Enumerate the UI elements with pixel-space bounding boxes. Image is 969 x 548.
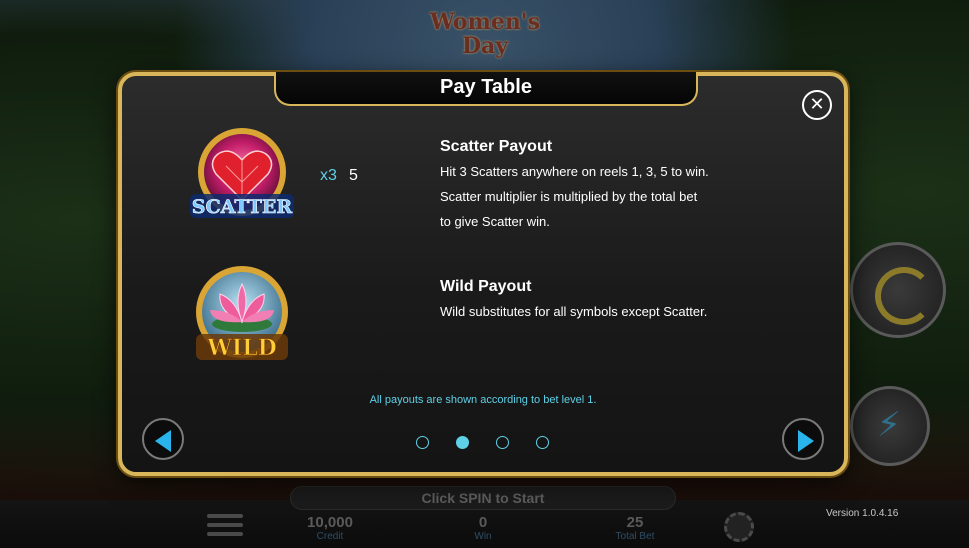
total-bet-display: 25 Total Bet (600, 515, 670, 543)
credit-value: 10,000 (307, 514, 353, 531)
wild-symbol: WILD (188, 262, 296, 370)
scatter-symbol-label: SCATTER (192, 196, 293, 218)
page-dot-2[interactable] (456, 436, 469, 449)
win-value: 0 (478, 514, 488, 531)
total-bet-value: 25 (626, 514, 644, 531)
scatter-symbol: SCATTER (188, 124, 296, 232)
status-message: Click SPIN to Start (290, 486, 676, 510)
page-dot-4[interactable] (536, 436, 549, 449)
version-label: Version 1.0.4.16 (826, 508, 899, 519)
win-label: Win (474, 531, 492, 542)
game-logo: Women's Day (430, 9, 540, 59)
close-button[interactable]: ✕ (802, 90, 832, 120)
scatter-multiplier-count: x3 (320, 167, 337, 184)
modal-title: Pay Table (274, 72, 698, 106)
spin-button[interactable] (850, 242, 946, 338)
bet-level-note: All payouts are shown according to bet l… (369, 394, 597, 406)
scatter-payout-line: to give Scatter win. (440, 214, 550, 229)
next-page-button[interactable] (782, 418, 824, 460)
page-dot-3[interactable] (496, 436, 509, 449)
scatter-payout-line: Scatter multiplier is multiplied by the … (440, 189, 698, 204)
total-bet-label: Total Bet (615, 531, 655, 542)
page-dot-1[interactable] (416, 436, 429, 449)
previous-page-button[interactable] (142, 418, 184, 460)
close-icon: ✕ (809, 94, 825, 115)
page-indicator (416, 436, 556, 450)
scatter-payout-title: Scatter Payout (440, 138, 553, 155)
menu-icon[interactable] (207, 514, 243, 536)
scatter-multiplier-value: 5 (349, 167, 358, 184)
pay-table-modal: Pay Table ✕ SCATTER x3 5 Scatter Payout … (118, 72, 848, 476)
turbo-button[interactable] (850, 386, 930, 466)
scatter-payout-line: Hit 3 Scatters anywhere on reels 1, 3, 5… (440, 164, 709, 179)
wild-symbol-label: WILD (206, 335, 277, 361)
win-display: 0 Win (455, 515, 511, 543)
credit-label: Credit (316, 531, 344, 542)
credit-display: 10,000 Credit (295, 515, 365, 543)
bet-chip-icon[interactable] (724, 512, 754, 542)
wild-payout-line: Wild substitutes for all symbols except … (440, 304, 708, 319)
wild-payout-title: Wild Payout (440, 278, 532, 295)
